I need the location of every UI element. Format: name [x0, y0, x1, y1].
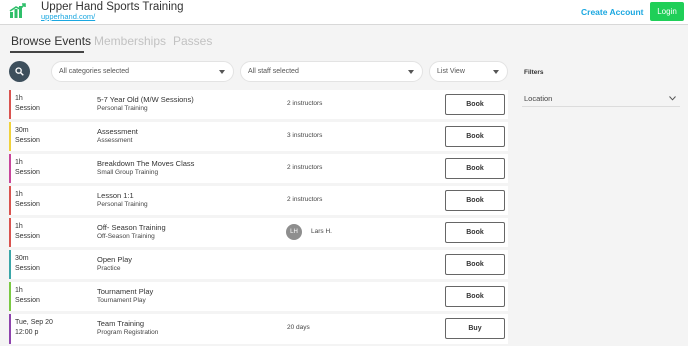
event-type: Personal Training: [97, 105, 148, 112]
view-select-value: List View: [437, 68, 465, 75]
top-bar: Upper Hand Sports Training upperhand.com…: [0, 0, 688, 25]
staff-select-value: All staff selected: [248, 68, 299, 75]
book-button[interactable]: Book: [445, 254, 505, 275]
event-date: Tue, Sep 20: [15, 319, 53, 326]
event-row[interactable]: 1h Session Lesson 1:1 Personal Training …: [9, 186, 508, 215]
event-kind: Session: [15, 137, 40, 144]
event-duration: 1h: [15, 223, 23, 230]
chevron-down-icon: [219, 70, 225, 74]
event-kind: Session: [15, 265, 40, 272]
event-type: Program Registration: [97, 329, 159, 336]
event-title: Breakdown The Moves Class: [97, 159, 195, 168]
staff-select[interactable]: All staff selected: [240, 61, 423, 82]
location-filter[interactable]: Location: [522, 90, 680, 107]
event-row[interactable]: Tue, Sep 20 12:00 p Team Training Progra…: [9, 314, 508, 344]
create-account-link[interactable]: Create Account: [581, 7, 644, 17]
brand-url-link[interactable]: upperhand.com/: [41, 12, 95, 21]
upper-hand-logo-icon: [9, 3, 26, 18]
event-time: 12:00 p: [15, 329, 39, 336]
event-duration: 1h: [15, 95, 23, 102]
active-tab-indicator: [10, 51, 84, 53]
book-button[interactable]: Book: [445, 94, 505, 115]
event-kind: Session: [15, 297, 40, 304]
search-icon: [15, 67, 24, 76]
event-type: Small Group Training: [97, 169, 159, 176]
chevron-down-icon: [408, 70, 414, 74]
tab-memberships[interactable]: Memberships: [94, 34, 166, 48]
event-title: Team Training: [97, 319, 145, 328]
event-row[interactable]: 30m Session Open Play Practice Book: [9, 250, 508, 279]
chevron-down-icon: [669, 96, 676, 101]
event-kind: Session: [15, 233, 40, 240]
event-row[interactable]: 1h Session 5-7 Year Old (M/W Sessions) P…: [9, 90, 508, 119]
event-duration: 30m: [15, 127, 29, 134]
event-row[interactable]: 1h Session Breakdown The Moves Class Sma…: [9, 154, 508, 183]
book-button[interactable]: Book: [445, 190, 505, 211]
event-title: Tournament Play: [97, 287, 154, 296]
book-button[interactable]: Book: [445, 158, 505, 179]
event-duration: 1h: [15, 191, 23, 198]
event-title: Off- Season Training: [97, 223, 166, 232]
tab-passes[interactable]: Passes: [173, 34, 212, 48]
event-title: Lesson 1:1: [97, 191, 134, 200]
event-row[interactable]: 30m Session Assessment Assessment 3 inst…: [9, 122, 508, 151]
book-button[interactable]: Book: [445, 286, 505, 307]
filters-heading: Filters: [524, 69, 544, 76]
event-type: Practice: [97, 265, 121, 272]
event-row[interactable]: 1h Session Tournament Play Tournament Pl…: [9, 282, 508, 311]
buy-button[interactable]: Buy: [445, 318, 505, 339]
event-instructors: 2 instructors: [287, 100, 323, 107]
search-button[interactable]: [9, 61, 30, 82]
login-button[interactable]: Login: [650, 2, 684, 21]
tab-browse-events[interactable]: Browse Events: [11, 34, 91, 48]
event-instructors: 2 instructors: [287, 196, 323, 203]
category-select-value: All categories selected: [59, 68, 130, 75]
event-kind: Session: [15, 201, 40, 208]
event-type: Assessment: [97, 137, 133, 144]
event-title: 5-7 Year Old (M/W Sessions): [97, 95, 194, 104]
location-filter-label: Location: [524, 94, 553, 103]
event-duration: 1h: [15, 287, 23, 294]
event-row[interactable]: 1h Session Off- Season Training Off-Seas…: [9, 218, 508, 247]
category-select[interactable]: All categories selected: [51, 61, 234, 82]
event-days-remaining: 20 days: [287, 324, 310, 331]
book-button[interactable]: Book: [445, 222, 505, 243]
event-duration: 30m: [15, 255, 29, 262]
staff-name: Lars H.: [311, 228, 332, 235]
book-button[interactable]: Book: [445, 126, 505, 147]
event-type: Personal Training: [97, 201, 148, 208]
event-type: Tournament Play: [97, 297, 146, 304]
event-duration: 1h: [15, 159, 23, 166]
event-kind: Session: [15, 169, 40, 176]
chevron-down-icon: [493, 70, 499, 74]
event-instructors: 2 instructors: [287, 164, 323, 171]
event-instructors: 3 instructors: [287, 132, 323, 139]
event-title: Open Play: [97, 255, 133, 264]
view-select[interactable]: List View: [429, 61, 508, 82]
staff-avatar: LH: [286, 224, 302, 240]
event-kind: Session: [15, 105, 40, 112]
event-title: Assessment: [97, 127, 138, 136]
event-type: Off-Season Training: [97, 233, 155, 240]
